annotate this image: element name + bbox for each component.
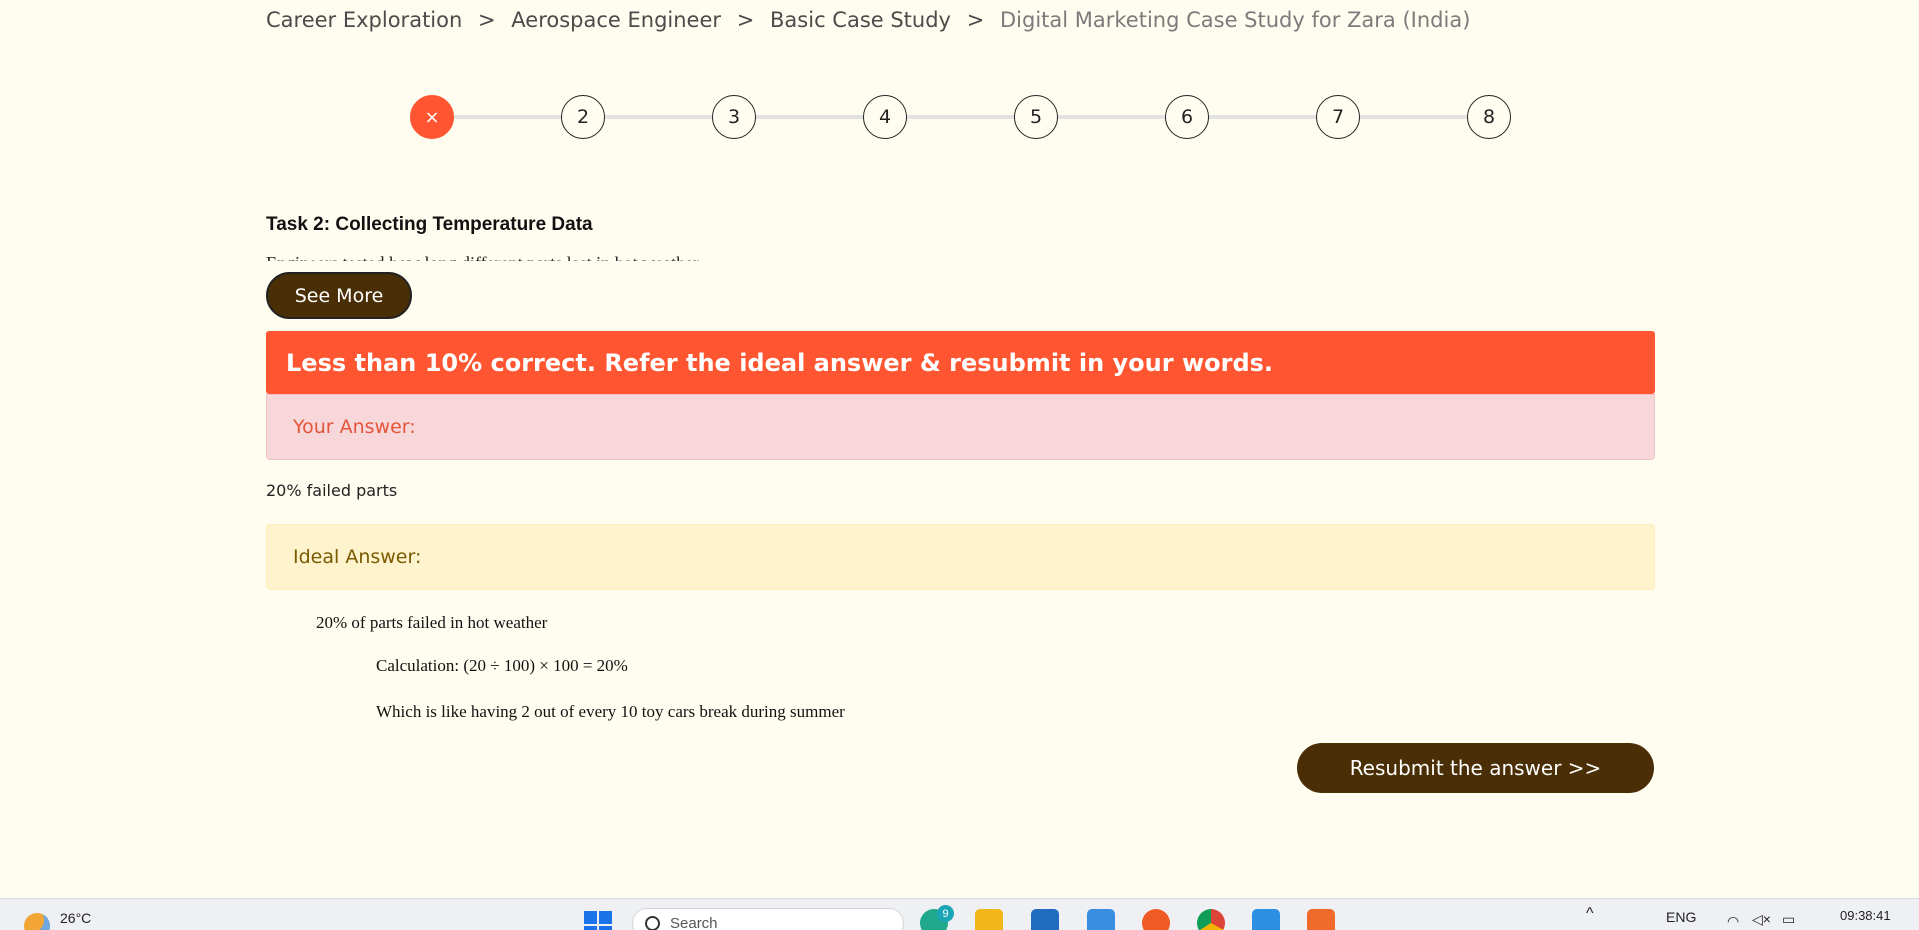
search-icon	[645, 915, 660, 930]
postman-icon[interactable]	[1142, 909, 1170, 930]
step-7[interactable]: 7	[1316, 95, 1360, 139]
ideal-answer-line: Which is like having 2 out of every 10 t…	[376, 702, 845, 721]
your-answer-label: Your Answer:	[293, 416, 416, 438]
breadcrumb: Career Exploration > Aerospace Engineer …	[266, 8, 1470, 32]
breadcrumb-career-exploration[interactable]: Career Exploration	[266, 8, 462, 32]
step-3[interactable]: 3	[712, 95, 756, 139]
chrome-icon[interactable]	[1197, 909, 1225, 930]
weather-widget[interactable]: 26°C	[24, 907, 91, 930]
breadcrumb-separator: >	[966, 8, 985, 32]
store-icon[interactable]	[1031, 909, 1059, 930]
weather-icon	[24, 913, 50, 930]
task-stepper: × 2 3 4 5 6 7 8	[410, 95, 1511, 139]
language-indicator[interactable]: ENG	[1666, 909, 1696, 925]
taskbar-clock[interactable]: 09:38:41	[1840, 908, 1891, 923]
ideal-answer-line: 20% of parts failed in hot weather	[316, 613, 548, 632]
page: Career Exploration > Aerospace Engineer …	[0, 0, 1919, 930]
breadcrumb-aerospace-engineer[interactable]: Aerospace Engineer	[511, 8, 721, 32]
breadcrumb-basic-case-study[interactable]: Basic Case Study	[770, 8, 951, 32]
wifi-icon[interactable]: ◠	[1727, 913, 1739, 930]
result-banner: Less than 10% correct. Refer the ideal a…	[266, 331, 1655, 394]
step-8[interactable]: 8	[1467, 95, 1511, 139]
xampp-icon[interactable]	[1307, 909, 1335, 930]
task-title: Task 2: Collecting Temperature Data	[266, 214, 593, 235]
task-description-preview: Engineers tested how long different part…	[266, 249, 1466, 261]
windows-start-icon[interactable]	[584, 911, 612, 930]
speaker-muted-icon[interactable]: ◁×	[1752, 911, 1771, 928]
tray-chevron-up-icon[interactable]: ^	[1586, 905, 1594, 923]
step-2[interactable]: 2	[561, 95, 605, 139]
file-explorer-icon[interactable]	[975, 909, 1003, 930]
your-answer-text: 20% failed parts	[266, 481, 398, 500]
os-taskbar: 26°C Search 9 ^ ENG ◠ ◁× ▭ 09:38:41	[0, 898, 1919, 930]
step-4[interactable]: 4	[863, 95, 907, 139]
ideal-answer-label: Ideal Answer:	[293, 546, 422, 568]
whatsapp-badge: 9	[937, 905, 954, 922]
result-banner-text: Less than 10% correct. Refer the ideal a…	[286, 348, 1274, 377]
ideal-answer-line: Calculation: (20 ÷ 100) × 100 = 20%	[376, 656, 628, 675]
resubmit-button[interactable]: Resubmit the answer >>	[1297, 743, 1654, 793]
step-5[interactable]: 5	[1014, 95, 1058, 139]
taskbar-search-placeholder: Search	[670, 914, 718, 930]
ideal-answer-header: Ideal Answer:	[266, 524, 1655, 590]
step-1-failed[interactable]: ×	[410, 95, 454, 139]
notepad-icon[interactable]	[1087, 909, 1115, 930]
vscode-icon[interactable]	[1252, 909, 1280, 930]
breadcrumb-separator: >	[736, 8, 755, 32]
see-more-button[interactable]: See More	[266, 272, 412, 319]
weather-temperature: 26°C	[60, 910, 92, 926]
taskbar-search[interactable]: Search	[632, 908, 904, 930]
breadcrumb-separator: >	[477, 8, 496, 32]
step-6[interactable]: 6	[1165, 95, 1209, 139]
breadcrumb-current: Digital Marketing Case Study for Zara (I…	[999, 8, 1471, 32]
battery-icon[interactable]: ▭	[1782, 911, 1795, 928]
your-answer-header: Your Answer:	[266, 394, 1655, 460]
task-description: Engineers tested how long different part…	[266, 251, 1466, 261]
